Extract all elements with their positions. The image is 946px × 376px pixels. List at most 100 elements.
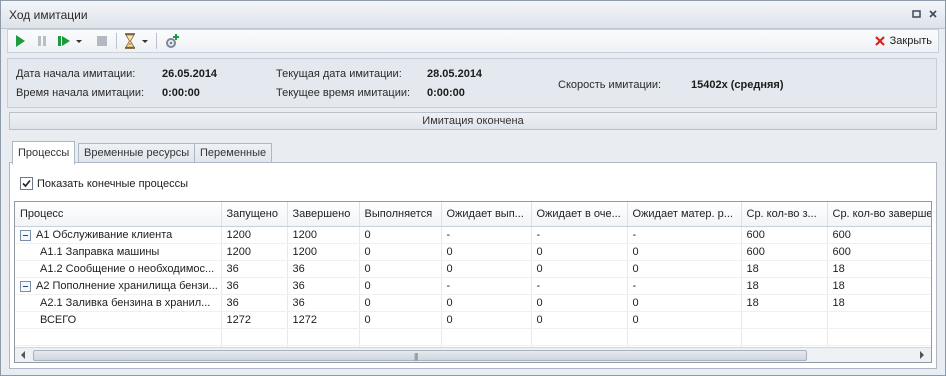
speed-label: Скорость имитации: [558,79,662,91]
column-header-waiting-material[interactable]: Ожидает матер. р... [627,202,742,227]
grid-cell: 0 [441,294,532,312]
empty-cell [287,328,360,346]
column-header-avg-completed[interactable]: Ср. кол-во заверше [827,202,931,227]
start-time-value: 0:00:00 [162,87,200,99]
grid-cell: 1200 [287,226,360,244]
grid-cell: 0 [531,294,628,312]
close-window-button[interactable] [927,8,939,20]
chevron-down-icon [142,40,148,43]
chevron-down-icon [76,40,82,43]
start-date-label: Дата начала имитации: [16,68,136,80]
play-button[interactable] [12,33,28,49]
grid-header-row: Процесс Запущено Завершено Выполняется О… [15,202,931,227]
collapse-icon[interactable] [20,229,31,241]
grid-cell: - [531,277,628,295]
add-process-button[interactable] [164,33,180,49]
grid-cell: 36 [221,260,288,278]
grid-cell: - [627,277,742,295]
scroll-right-button[interactable] [917,350,927,360]
restore-icon [912,10,921,18]
process-name-wrap: А1.2 Сообщение о необходимос... [20,263,216,275]
gear-add-icon [166,34,179,48]
speed-dropdown[interactable] [140,33,150,49]
horizontal-scrollbar[interactable]: ||| [15,347,931,362]
column-header-running[interactable]: Выполняется [359,202,442,227]
restore-button[interactable] [911,8,923,20]
grid-cell: - [441,277,532,295]
current-date-value: 28.05.2014 [427,68,483,80]
pause-icon [38,36,46,46]
current-time-value: 0:00:00 [427,87,465,99]
empty-cell [359,328,442,346]
grid-cell: 0 [359,277,442,295]
grid-cell: 36 [287,294,360,312]
tab-processes[interactable]: Процессы [12,141,76,165]
process-grid[interactable]: Процесс Запущено Завершено Выполняется О… [14,201,932,363]
grid-cell: 1200 [287,243,360,261]
empty-cell [741,328,828,346]
process-table: Процесс Запущено Завершено Выполняется О… [15,202,931,362]
grid-cell: 0 [359,311,442,329]
window-title: Ход имитации [9,8,88,22]
column-header-started[interactable]: Запущено [221,202,288,227]
table-row[interactable]: А1.1 Заправка машины 1200 1200 0 0 0 0 600 600 [15,243,931,261]
toolbar: Закрыть [7,29,939,53]
arrow-right-icon [920,351,924,359]
column-header-completed[interactable]: Завершено [287,202,360,227]
play-icon [16,35,25,47]
collapse-icon[interactable] [20,280,31,292]
current-date-label: Текущая дата имитации: [276,68,402,80]
close-command-label: Закрыть [889,35,932,47]
empty-cell [221,328,288,346]
show-final-processes-label: Показать конечные процессы [37,177,188,190]
checkbox-box[interactable] [20,177,33,190]
scroll-thumb[interactable]: ||| [33,350,807,361]
stop-button[interactable] [94,33,110,49]
table-row[interactable]: А2.1 Заливка бензина в хранил... 36 36 0 0 0 0… [15,294,931,312]
grid-cell: 36 [221,277,288,295]
scroll-left-button[interactable] [18,350,28,360]
process-name: ВСЕГО [40,314,77,326]
grid-cell: 1272 [221,311,288,329]
processes-tab-page: Показать конечные процессы Процесс Запущ… [9,162,937,369]
process-name-wrap: А2.1 Заливка бензина в хранил... [20,297,216,309]
arrow-left-icon [21,351,25,359]
column-header-process[interactable]: Процесс [15,202,222,227]
pause-button[interactable] [34,33,50,49]
step-dropdown[interactable] [74,33,84,49]
grid-cell: 0 [359,260,442,278]
empty-cell [627,328,742,346]
table-row[interactable]: А1 Обслуживание клиента 1200 1200 0- - -600 60… [15,226,931,244]
table-row[interactable]: А1.2 Сообщение о необходимос... 36 36 0 0 0 0 1… [15,260,931,278]
grid-cell: 0 [627,311,742,329]
close-command-button[interactable]: Закрыть [874,33,932,49]
empty-row [15,328,931,346]
grid-cell: 0 [359,243,442,261]
speed-value: 15402x (средняя) [691,79,784,91]
table-row[interactable]: ВСЕГО 1272 1272 0 0 0 0 [15,311,931,329]
table-row[interactable]: А2 Пополнение хранилища бензи... 36 36 0- - -… [15,277,931,295]
column-header-waiting-execution[interactable]: Ожидает вып... [441,202,532,227]
process-name-wrap: ВСЕГО [20,314,216,326]
tab-variables[interactable]: Переменные [194,143,273,164]
grid-cell: 0 [627,243,742,261]
grid-cell: 0 [627,294,742,312]
process-name-wrap: А2 Пополнение хранилища бензи... [20,280,218,292]
grid-body: А1 Обслуживание клиента 1200 1200 0- - -600 60… [15,226,931,362]
grid-cell: 600 [741,226,828,244]
grid-cell: 1200 [221,226,288,244]
grid-cell: - [441,226,532,244]
start-time-label: Время начала имитации: [16,87,145,99]
grid-cell: 0 [441,243,532,261]
tab-temporary-resources[interactable]: Временные ресурсы [78,143,196,164]
column-header-waiting-queue[interactable]: Ожидает в оче... [531,202,628,227]
simulation-progress-window: Ход имитации Закрыть Дата начала имитаци… [0,0,946,376]
toolbar-separator [116,33,117,49]
show-final-processes-checkbox[interactable]: Показать конечные процессы [20,177,188,190]
step-button[interactable] [56,33,72,49]
process-name-cell: А1.2 Сообщение о необходимос... [15,260,222,278]
grid-cell: 1272 [287,311,360,329]
grid-cell: - [531,226,628,244]
speed-button[interactable] [122,33,138,49]
column-header-avg-started[interactable]: Ср. кол-во з... [741,202,828,227]
